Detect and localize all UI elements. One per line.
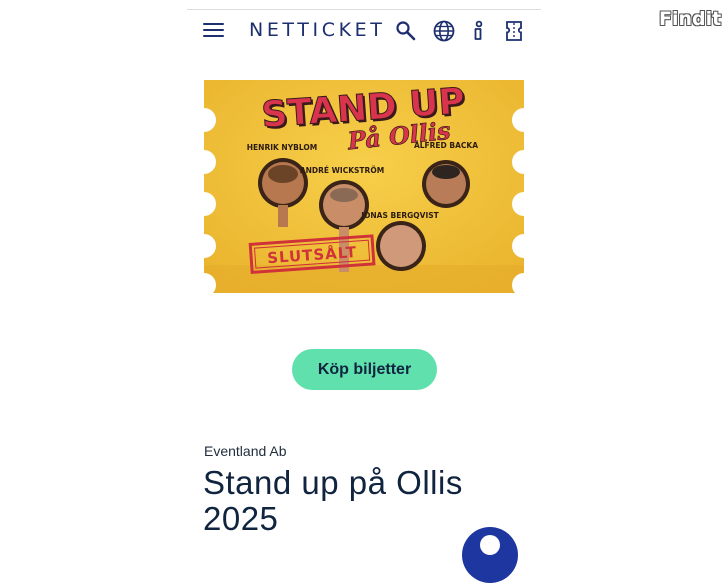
info-icon[interactable] xyxy=(467,19,491,43)
buy-tickets-button[interactable]: Köp biljetter xyxy=(292,349,437,390)
findit-watermark: Findit xyxy=(659,8,722,30)
menu-icon[interactable] xyxy=(203,22,224,38)
help-icon xyxy=(480,535,500,555)
performer-name-1: HENRIK NYBLOM xyxy=(247,143,317,152)
performer-name-4: JONAS BERGQVIST xyxy=(360,211,439,220)
performer-name-3: ALFRED BACKA xyxy=(414,141,478,150)
event-title: Stand up på Ollis 2025 xyxy=(203,464,463,537)
netticket-logo[interactable]: NETTICKET xyxy=(249,19,385,41)
ticket-icon[interactable] xyxy=(502,19,526,43)
site-header: NETTICKET xyxy=(187,10,541,52)
help-chat-button[interactable] xyxy=(462,527,518,583)
globe-icon[interactable] xyxy=(432,19,456,43)
event-poster-ticket: STAND UP STAND UP På Ollis HENRIK NYBLOM… xyxy=(204,80,524,293)
performer-name-2: ANDRÉ WICKSTRÖM xyxy=(300,166,384,175)
phone-screen: NETTICKET STAND UP STAND UP På Ollis HEN… xyxy=(187,0,541,583)
search-icon[interactable] xyxy=(394,19,418,43)
organizer-name[interactable]: Eventland Ab xyxy=(204,443,287,459)
